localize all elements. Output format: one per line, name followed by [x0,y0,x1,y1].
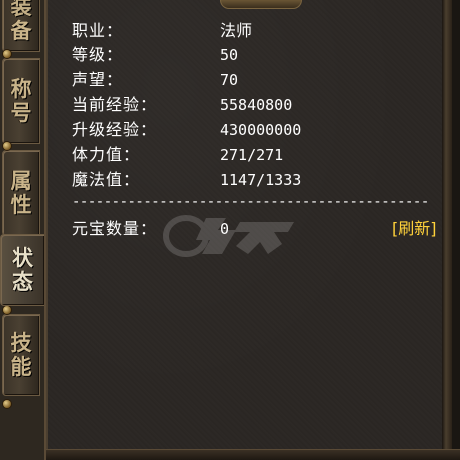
tab-attributes[interactable]: 属 性 [2,150,40,236]
reputation-label: 声望： [72,70,124,89]
tab-status-char-1: 状 [12,245,33,270]
tab-attributes-char-1: 属 [10,168,32,193]
hp-label: 体力值： [72,145,141,164]
currency-value: 0 [220,220,230,238]
current-exp-value: 55840800 [220,96,293,114]
levelup-exp-value: 430000000 [220,121,302,139]
currency-label: 元宝数量： [72,219,158,238]
panel-frame-border [442,0,452,460]
level-label: 等级： [72,45,124,64]
tab-title-char-1: 称 [10,76,32,101]
tab-title-char-2: 号 [10,100,32,125]
tab-equipment[interactable]: 装 备 [2,0,40,52]
profession-value: 法师 [220,21,253,40]
tab-attributes-char-2: 性 [10,192,32,217]
tab-status[interactable]: 状 态 [0,234,44,306]
tab-gem-ornament [3,306,11,314]
tab-skills-char-2: 能 [10,354,32,379]
tab-gem-ornament [3,400,11,408]
current-exp-label: 当前经验： [72,95,158,114]
mp-value: 1147/1333 [220,171,302,189]
tab-equipment-char-1: 装 [10,0,32,19]
tab-equipment-char-2: 备 [10,18,32,43]
refresh-button[interactable]: [刷新] [392,218,437,240]
side-tab-bar: 装 备 称 号 属 性 状 态 技 能 [0,0,46,460]
panel-top-ornament [220,0,302,9]
profession-label: 职业： [72,21,124,40]
tab-skills-char-1: 技 [10,330,32,355]
hp-value: 271/271 [220,146,284,164]
panel-bottom-rail [46,449,460,460]
game-window: 装 备 称 号 属 性 状 态 技 能 职业： 法师 等级： 50 声望： 70… [0,0,460,460]
tab-gem-ornament [3,142,11,150]
tab-gem-ornament [3,50,11,58]
tab-status-char-2: 态 [12,269,33,294]
level-value: 50 [220,46,239,64]
tab-skills[interactable]: 技 能 [2,314,40,396]
mp-label: 魔法值： [72,170,141,189]
reputation-value: 70 [220,71,239,89]
section-divider: ----------------------------------------… [72,195,428,209]
watermark-logo [163,215,294,257]
levelup-exp-label: 升级经验： [72,120,158,139]
tab-title[interactable]: 称 号 [2,58,40,144]
